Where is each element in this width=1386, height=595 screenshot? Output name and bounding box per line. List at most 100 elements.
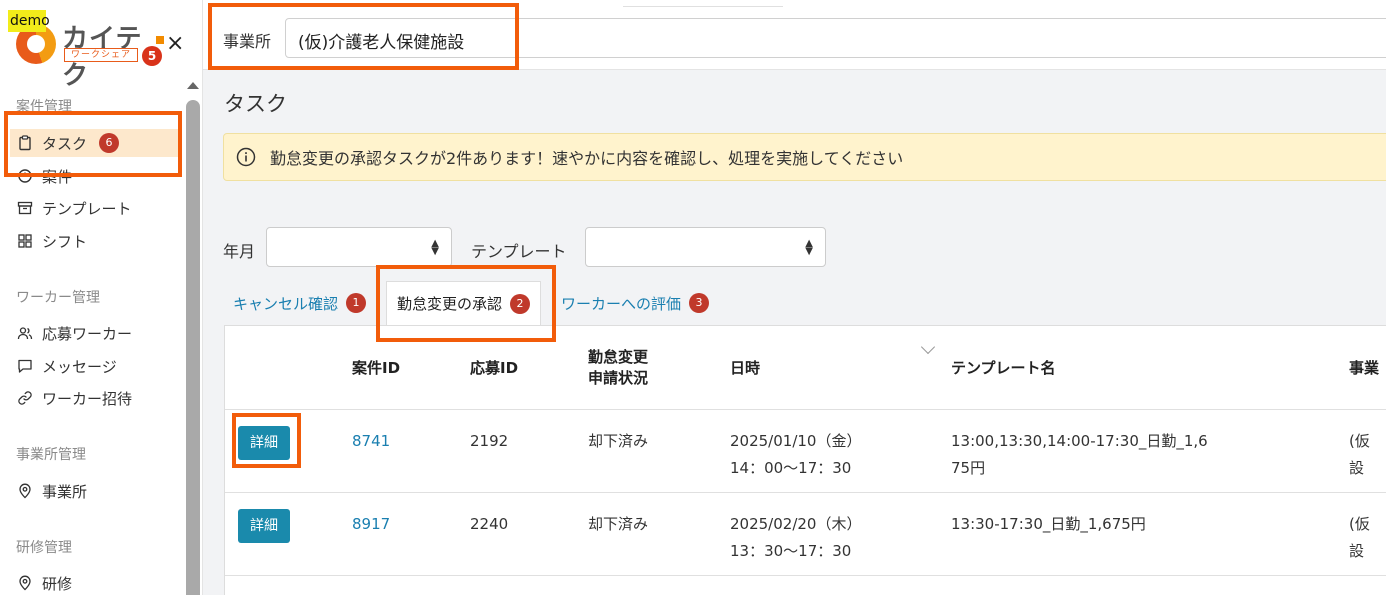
select-caret-icon: ▲ ▼ bbox=[431, 238, 439, 257]
alert-banner: 勤怠変更の承認タスクが2件あります！速やかに内容を確認し、処理を実施してください bbox=[223, 133, 1386, 181]
sidebar-item-label: 研修 bbox=[42, 574, 73, 593]
tab-attendance-approval[interactable]: 勤怠変更の承認 2 bbox=[386, 281, 542, 325]
cell-app-id: 2192 bbox=[470, 409, 588, 493]
group-label-case: 案件管理 bbox=[16, 99, 72, 115]
cell-status: 却下済み bbox=[588, 409, 730, 493]
tab-count-badge: 1 bbox=[346, 293, 367, 313]
case-id-link[interactable]: 8741 bbox=[352, 432, 390, 450]
cell-datetime: 2025/01/10（金） 14：00～17：30 bbox=[730, 409, 951, 493]
header-status-line1: 勤怠変更 bbox=[588, 348, 649, 367]
sidebar-item-template[interactable]: テンプレート bbox=[16, 194, 132, 222]
sidebar-item-case[interactable]: 案件 bbox=[16, 162, 72, 190]
sidebar-item-label: ワーカー招待 bbox=[42, 389, 133, 408]
sidebar-item-label: 案件 bbox=[42, 167, 73, 186]
header-case-id[interactable]: 案件ID bbox=[352, 326, 470, 410]
cell-date: 2025/01/10（金） bbox=[730, 431, 862, 450]
office-label: 事業所 bbox=[223, 32, 272, 51]
detail-button[interactable]: 詳細 bbox=[238, 508, 290, 543]
sidebar-item-message[interactable]: メッセージ bbox=[16, 352, 117, 380]
header-template[interactable]: テンプレート名 bbox=[951, 326, 1349, 410]
header-status[interactable]: 勤怠変更 申請状況 bbox=[588, 326, 730, 410]
cell-template-line2: 75円 bbox=[951, 458, 986, 477]
tab-cancel-confirm[interactable]: キャンセル確認 1 bbox=[233, 292, 367, 314]
sidebar-item-office[interactable]: 事業所 bbox=[16, 477, 87, 505]
sort-chevron-icon[interactable] bbox=[920, 339, 936, 355]
group-label-worker: ワーカー管理 bbox=[16, 290, 100, 306]
archive-icon bbox=[16, 199, 34, 217]
cell-template: 13:00,13:30,14:00-17:30_日勤_1,6 75円 bbox=[951, 409, 1349, 493]
cell-template-line1: 13:30-17:30_日勤_1,675円 bbox=[951, 514, 1146, 533]
cell-case-id: 8917 bbox=[352, 492, 470, 576]
sidebar-item-shift[interactable]: シフト bbox=[16, 227, 87, 255]
cell-template: 13:30-17:30_日勤_1,675円 bbox=[951, 492, 1349, 576]
table-header-row: 案件ID 応募ID 勤怠変更 申請状況 日時 テンプレート名 事業 bbox=[225, 326, 1386, 410]
cell-office-line1: (仮 bbox=[1349, 431, 1370, 450]
sidebar-item-label: タスク bbox=[42, 134, 88, 153]
month-select[interactable]: ▲ ▼ bbox=[266, 227, 452, 267]
task-table: 案件ID 応募ID 勤怠変更 申請状況 日時 テンプレート名 事業 詳細 874… bbox=[224, 325, 1386, 595]
sidebar-item-label: テンプレート bbox=[42, 199, 132, 218]
sidebar-item-task[interactable]: タスク 6 bbox=[10, 129, 178, 157]
cell-case-id: 8741 bbox=[352, 409, 470, 493]
office-select[interactable]: (仮)介護老人保健施設 bbox=[285, 18, 1386, 58]
header-office[interactable]: 事業 bbox=[1349, 326, 1386, 410]
header-action bbox=[225, 326, 352, 410]
header-datetime-label: 日時 bbox=[730, 358, 761, 377]
close-sidebar-button[interactable]: × bbox=[166, 33, 184, 55]
logo-badge: 5 bbox=[142, 46, 162, 66]
cell-action: 詳細 bbox=[225, 409, 352, 493]
sidebar-scrollbar[interactable] bbox=[186, 82, 200, 595]
grid-icon bbox=[16, 232, 34, 250]
clock-icon bbox=[16, 167, 34, 185]
scroll-thumb[interactable] bbox=[186, 100, 200, 595]
tab-label: ワーカーへの評価 bbox=[561, 294, 682, 313]
cell-template-line1: 13:00,13:30,14:00-17:30_日勤_1,6 bbox=[951, 431, 1208, 450]
cell-office-line2: 設 bbox=[1349, 541, 1365, 560]
demo-tag: demo bbox=[8, 10, 50, 32]
tab-count-badge: 3 bbox=[689, 293, 710, 313]
tab-label: 勤怠変更の承認 bbox=[397, 295, 503, 313]
tab-count-badge: 2 bbox=[510, 293, 531, 314]
table-row: 詳細 8917 2240 却下済み 2025/02/20（木） 13：30～17… bbox=[225, 492, 1386, 576]
month-filter-label: 年月 bbox=[223, 242, 256, 261]
detail-button[interactable]: 詳細 bbox=[238, 425, 290, 460]
sidebar-item-label: シフト bbox=[42, 232, 88, 251]
cell-office-line2: 設 bbox=[1349, 458, 1365, 477]
cell-office: (仮 設 bbox=[1349, 492, 1386, 576]
map-pin-icon bbox=[16, 574, 34, 592]
alert-text: 勤怠変更の承認タスクが2件あります！速やかに内容を確認し、処理を実施してください bbox=[270, 149, 904, 168]
case-id-link[interactable]: 8917 bbox=[352, 515, 390, 533]
map-pin-icon bbox=[16, 482, 34, 500]
cell-office: (仮 設 bbox=[1349, 409, 1386, 493]
users-icon bbox=[16, 324, 34, 342]
group-label-training: 研修管理 bbox=[16, 540, 72, 556]
template-select[interactable]: ▲ ▼ bbox=[585, 227, 826, 267]
header-status-line2: 申請状況 bbox=[588, 369, 649, 388]
select-caret-icon: ▲ ▼ bbox=[805, 238, 813, 257]
cell-date: 2025/02/20（木） bbox=[730, 514, 862, 533]
topbar-divider bbox=[623, 6, 783, 7]
sidebar-item-label: 事業所 bbox=[42, 482, 88, 501]
cell-office-line1: (仮 bbox=[1349, 514, 1370, 533]
sidebar: カイテク ワークシェア 5 demo × 案件管理 タスク 6 案件 テンプレー… bbox=[0, 0, 203, 595]
cell-time: 13：30～17：30 bbox=[730, 541, 852, 560]
task-count-badge: 6 bbox=[99, 133, 120, 153]
header-datetime[interactable]: 日時 bbox=[730, 326, 951, 410]
message-icon bbox=[16, 357, 34, 375]
header-app-id[interactable]: 応募ID bbox=[470, 326, 588, 410]
sidebar-item-invite[interactable]: ワーカー招待 bbox=[16, 384, 132, 412]
table-row: 詳細 8741 2192 却下済み 2025/01/10（金） 14：00～17… bbox=[225, 409, 1386, 493]
scroll-up-arrow-icon[interactable] bbox=[187, 82, 199, 89]
template-filter-label: テンプレート bbox=[471, 242, 567, 261]
tab-worker-evaluation[interactable]: ワーカーへの評価 3 bbox=[561, 292, 710, 314]
clipboard-icon bbox=[16, 134, 34, 152]
tab-label: キャンセル確認 bbox=[233, 294, 339, 313]
sidebar-item-label: メッセージ bbox=[42, 357, 117, 376]
sidebar-item-applicants[interactable]: 応募ワーカー bbox=[16, 319, 132, 347]
info-icon bbox=[236, 147, 256, 167]
sidebar-item-training[interactable]: 研修 bbox=[16, 569, 72, 595]
logo-dot bbox=[156, 36, 164, 44]
group-label-office: 事業所管理 bbox=[16, 447, 86, 463]
link-icon bbox=[16, 389, 34, 407]
logo-subtitle: ワークシェア bbox=[64, 48, 138, 62]
